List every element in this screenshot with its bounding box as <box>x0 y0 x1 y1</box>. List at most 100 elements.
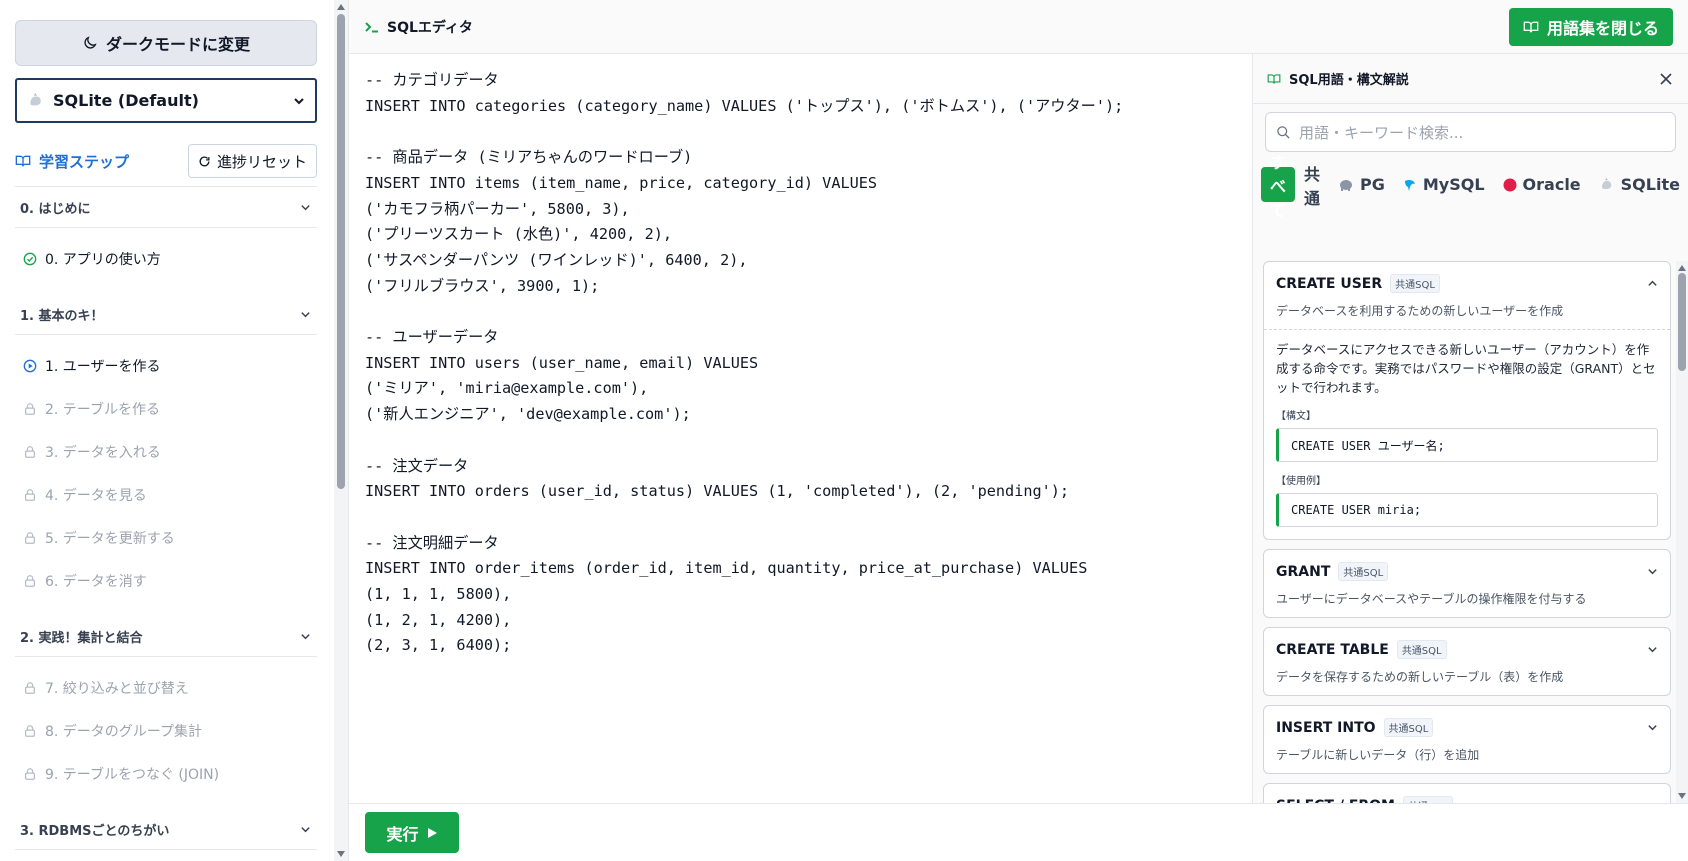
step-section-title: 0. はじめに <box>20 201 91 217</box>
steps-title: 学習ステップ <box>15 151 129 172</box>
step-section-header[interactable]: 2. 実践！集計と結合 <box>15 616 317 657</box>
chevron-down-icon <box>300 824 311 835</box>
scroll-down-icon[interactable] <box>337 851 345 857</box>
close-icon[interactable] <box>1660 72 1672 85</box>
play-circle-icon <box>23 359 37 373</box>
refresh-icon <box>198 155 211 168</box>
editor-title: SQLエディタ <box>365 17 473 37</box>
terminal-icon <box>365 21 379 33</box>
dark-mode-button[interactable]: ダークモードに変更 <box>15 20 317 66</box>
glossary-panel: SQL用語・構文解説 用語・キーワード検索... すべて 共通 PG MySQL Ora… <box>1252 54 1688 803</box>
dark-mode-label: ダークモードに変更 <box>105 35 250 54</box>
glossary-card: CREATE USER 共通SQL データベースを利用するための新しいユーザーを作成… <box>1263 261 1671 540</box>
glossary-card-header[interactable]: CREATE TABLE 共通SQL データを保存するための新しいテーブル（表）を作… <box>1264 628 1670 695</box>
lock-icon <box>23 767 37 781</box>
filter-tab[interactable]: 共通 <box>1295 165 1329 208</box>
sqlite-icon <box>27 92 45 110</box>
reset-progress-label: 進捗リセット <box>216 152 307 171</box>
db-select-value: SQLite (Default) <box>53 91 199 110</box>
glossary-card: SELECT / FROM 共通SQL <box>1263 783 1671 803</box>
common-sql-badge: 共通SQL <box>1396 640 1447 659</box>
glossary-term: SELECT / FROM <box>1276 798 1395 804</box>
filter-tab-label: SQLite <box>1620 175 1680 194</box>
glossary-card-header[interactable]: SELECT / FROM 共通SQL <box>1264 784 1670 803</box>
lock-icon <box>23 724 37 738</box>
lock-icon <box>23 402 37 416</box>
common-sql-badge: 共通SQL <box>1403 796 1453 803</box>
lock-icon <box>23 681 37 695</box>
glossary-scrollbar[interactable] <box>1676 261 1688 803</box>
glossary-card-header[interactable]: GRANT 共通SQL ユーザーにデータベースやテーブルの操作権限を付与する <box>1264 550 1670 617</box>
filter-tab-label: PG <box>1360 175 1385 194</box>
close-glossary-button[interactable]: 用語集を閉じる <box>1508 7 1673 46</box>
step-section-header[interactable]: 1. 基本のキ！ <box>15 294 317 335</box>
filter-tab[interactable]: SQLite <box>1590 167 1688 202</box>
step-item[interactable]: 0. アプリの使い方 <box>15 237 317 280</box>
step-section-title: 3. RDBMSごとのちがい <box>20 823 170 839</box>
chevron-up-icon <box>1647 278 1658 289</box>
db-select[interactable]: SQLite (Default) <box>15 78 317 123</box>
step-section-header[interactable]: 3. RDBMSごとのちがい <box>15 809 317 850</box>
filter-tab[interactable]: すべて <box>1261 153 1295 220</box>
filter-tab-label: MySQL <box>1422 175 1485 194</box>
step-item-label: 0. アプリの使い方 <box>45 251 161 268</box>
editor-title-label: SQLエディタ <box>387 19 473 36</box>
chevron-down-icon <box>1647 722 1658 733</box>
glossary-term: CREATE TABLE <box>1276 641 1389 658</box>
chevron-down-icon <box>1647 566 1658 577</box>
top-bar: SQLエディタ 用語集を閉じる <box>349 0 1688 54</box>
glossary-card-list: CREATE USER 共通SQL データベースを利用するための新しいユーザーを作成… <box>1263 261 1671 803</box>
chevron-down-icon <box>300 631 311 642</box>
step-item: 9. テーブルをつなぐ (JOIN) <box>15 752 317 795</box>
book-open-icon <box>1267 72 1281 86</box>
scroll-down-icon[interactable] <box>1678 793 1686 799</box>
example-code: CREATE USER miria; <box>1276 493 1658 527</box>
run-button[interactable]: 実行 <box>365 812 459 853</box>
glossary-summary: テーブルに新しいデータ（行）を追加 <box>1276 748 1480 762</box>
step-item: 8. データのグループ集計 <box>15 709 317 752</box>
glossary-card: INSERT INTO 共通SQL テーブルに新しいデータ（行）を追加 <box>1263 705 1671 774</box>
glossary-scroll-thumb[interactable] <box>1678 273 1686 371</box>
step-section-header[interactable]: 0. はじめに <box>15 187 317 228</box>
sql-code[interactable]: -- カテゴリデータ INSERT INTO categories (categ… <box>365 68 1252 659</box>
step-item-label: 8. データのグループ集計 <box>45 723 202 740</box>
sql-editor[interactable]: -- カテゴリデータ INSERT INTO categories (categ… <box>349 54 1252 803</box>
filter-tab-label: すべて <box>1270 152 1287 220</box>
steps-title-label: 学習ステップ <box>39 152 130 171</box>
step-section-title: 2. 実践！集計と結合 <box>20 630 143 646</box>
glossary-search-input[interactable]: 用語・キーワード検索... <box>1265 112 1676 152</box>
filter-tabs: すべて 共通 PG MySQL Oracle SQLite <box>1261 153 1688 220</box>
syntax-code: CREATE USER ユーザー名; <box>1276 428 1658 462</box>
filter-tab-label: Oracle <box>1522 175 1581 194</box>
step-item: 7. 絞り込みと並び替え <box>15 666 317 709</box>
step-item: 3. データを入れる <box>15 430 317 473</box>
glossary-detail: データベースにアクセスできる新しいユーザー（アカウント）を作成する命令です。実務… <box>1276 342 1656 395</box>
search-icon <box>1276 125 1291 140</box>
glossary-card-header[interactable]: INSERT INTO 共通SQL テーブルに新しいデータ（行）を追加 <box>1264 706 1670 773</box>
sidebar-scrollbar[interactable] <box>334 0 348 861</box>
chevron-down-icon <box>1647 800 1658 803</box>
syntax-label: 【構文】 <box>1276 411 1316 422</box>
sidebar-scroll-thumb[interactable] <box>337 14 345 489</box>
common-sql-badge: 共通SQL <box>1383 718 1434 737</box>
reset-progress-button[interactable]: 進捗リセット <box>187 144 317 178</box>
scroll-up-icon[interactable] <box>1678 265 1686 271</box>
search-placeholder: 用語・キーワード検索... <box>1299 123 1464 142</box>
step-item[interactable]: 1. ユーザーを作る <box>15 344 317 387</box>
step-item: 2. テーブルを作る <box>15 387 317 430</box>
book-open-icon <box>1523 19 1539 35</box>
sidebar: ダークモードに変更 SQLite (Default) 学習ステップ 進捗リセット… <box>0 0 349 861</box>
steps-list: 0. はじめに 0. アプリの使い方 1. 基本のキ！ 1. ユーザーを作る 2. テー… <box>15 187 317 850</box>
filter-tab[interactable]: PG <box>1329 167 1394 202</box>
step-item: 4. データを見る <box>15 473 317 516</box>
moon-icon <box>82 35 98 51</box>
step-item-label: 1. ユーザーを作る <box>45 358 161 375</box>
scroll-up-icon[interactable] <box>337 4 345 10</box>
glossary-card-header[interactable]: CREATE USER 共通SQL データベースを利用するための新しいユーザーを作成 <box>1264 262 1670 329</box>
glossary-title-label: SQL用語・構文解説 <box>1289 73 1409 88</box>
filter-tab[interactable]: Oracle <box>1494 167 1590 202</box>
filter-tab[interactable]: MySQL <box>1394 167 1494 202</box>
